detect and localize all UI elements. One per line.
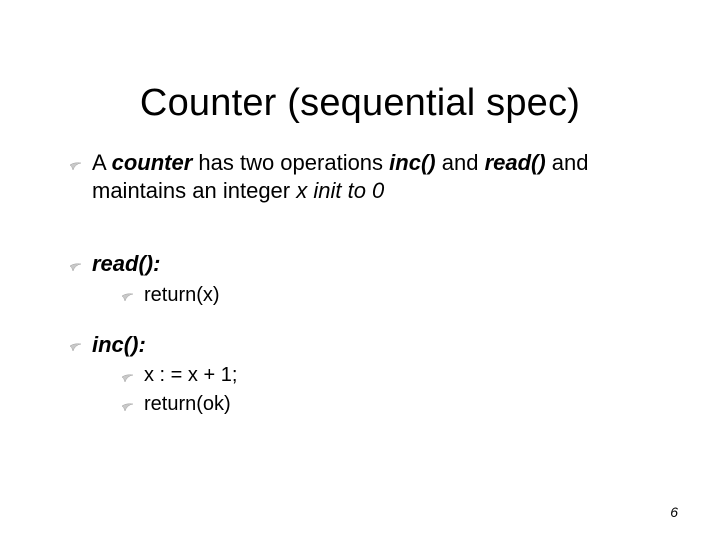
leaf-bullet-icon [122, 291, 133, 301]
text-run: A [92, 150, 112, 175]
leaf-bullet-icon [70, 261, 81, 271]
text-run: return(x) [144, 284, 220, 306]
text-run: inc(): [92, 332, 146, 357]
bullet-sublist: return(x) [122, 282, 670, 309]
list-item: inc(): x : = x + 1; return(ok) [70, 331, 670, 419]
text-run: inc() [389, 150, 435, 175]
text-run: x init to 0 [296, 178, 384, 203]
list-item: x : = x + 1; [122, 362, 670, 389]
text-run: read() [485, 150, 546, 175]
list-item: read(): return(x) [70, 250, 670, 309]
slide-content: A counter has two operations inc() and r… [20, 149, 700, 418]
text-run: read(): [92, 251, 160, 276]
list-item: return(ok) [122, 391, 670, 418]
slide: Counter (sequential spec) A counter has … [0, 0, 720, 540]
spacer [70, 315, 670, 325]
slide-title: Counter (sequential spec) [20, 0, 700, 125]
text-run: return(ok) [144, 393, 231, 415]
text-run: x : = x + 1; [144, 364, 237, 386]
leaf-bullet-icon [70, 160, 81, 170]
bullet-list: A counter has two operations inc() and r… [70, 149, 670, 418]
text-run: has two operations [192, 150, 389, 175]
leaf-bullet-icon [122, 401, 133, 411]
text-run: and [436, 150, 485, 175]
leaf-bullet-icon [70, 341, 81, 351]
list-item: A counter has two operations inc() and r… [70, 149, 670, 204]
leaf-bullet-icon [122, 372, 133, 382]
spacer [70, 210, 670, 244]
text-run: counter [112, 150, 193, 175]
page-number: 6 [670, 504, 678, 520]
bullet-sublist: x : = x + 1; return(ok) [122, 362, 670, 418]
list-item: return(x) [122, 282, 670, 309]
